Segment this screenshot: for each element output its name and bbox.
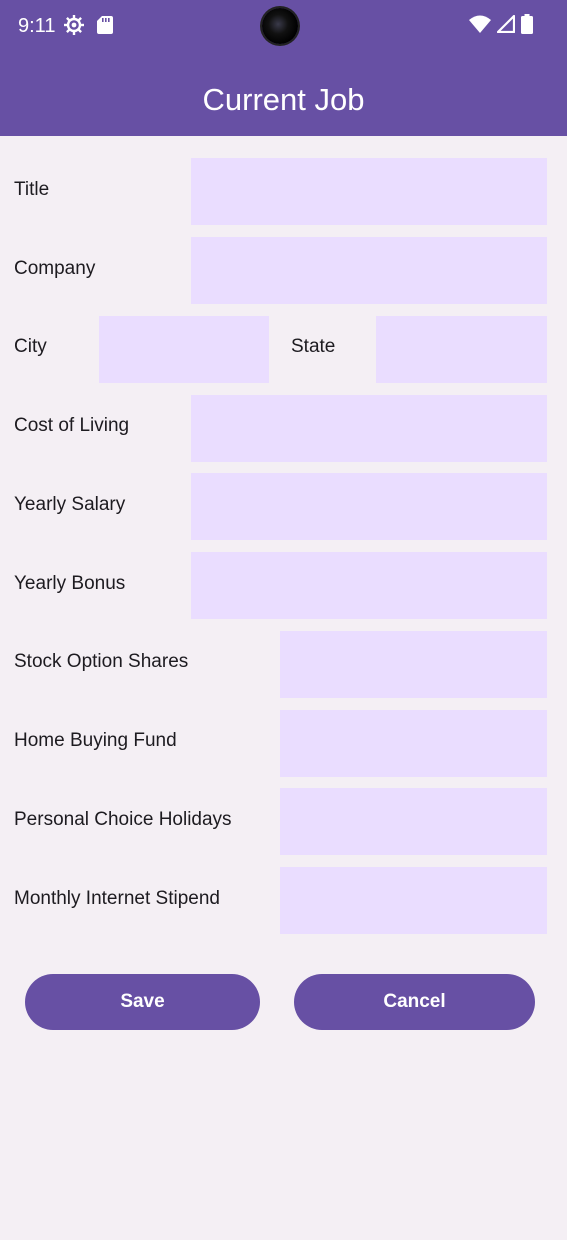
- city-label: City: [14, 336, 47, 357]
- cancel-button[interactable]: Cancel: [294, 974, 535, 1030]
- status-time: 9:11: [18, 15, 56, 37]
- settings-icon: [63, 14, 85, 36]
- stock-option-shares-label: Stock Option Shares: [14, 651, 189, 672]
- status-bar: 9:11: [0, 0, 567, 52]
- personal-choice-holidays-input[interactable]: [280, 788, 547, 855]
- state-input[interactable]: [376, 316, 547, 383]
- state-label: State: [291, 336, 336, 357]
- monthly-internet-stipend-input[interactable]: [280, 867, 547, 934]
- wifi-icon: [469, 15, 491, 38]
- home-buying-fund-label: Home Buying Fund: [14, 730, 177, 751]
- monthly-internet-stipend-label: Monthly Internet Stipend: [14, 888, 220, 909]
- title-input[interactable]: [191, 158, 547, 225]
- company-label: Company: [14, 258, 96, 279]
- app-bar: Current Job: [0, 52, 567, 136]
- yearly-salary-input[interactable]: [191, 473, 547, 540]
- cost-of-living-input[interactable]: [191, 395, 547, 462]
- personal-choice-holidays-label: Personal Choice Holidays: [14, 809, 232, 830]
- title-label: Title: [14, 179, 50, 200]
- stock-option-shares-input[interactable]: [280, 631, 547, 698]
- front-camera: [262, 8, 298, 44]
- cost-of-living-label: Cost of Living: [14, 415, 130, 436]
- company-input[interactable]: [191, 237, 547, 304]
- city-input[interactable]: [99, 316, 269, 383]
- sd-card-icon: [97, 16, 113, 34]
- status-icons: [469, 13, 533, 39]
- home-buying-fund-input[interactable]: [280, 710, 547, 777]
- yearly-bonus-label: Yearly Bonus: [14, 573, 126, 594]
- page-title: Current Job: [202, 82, 365, 117]
- battery-icon: [521, 13, 533, 39]
- save-button[interactable]: Save: [25, 974, 260, 1030]
- yearly-salary-label: Yearly Salary: [14, 494, 126, 515]
- yearly-bonus-input[interactable]: [191, 552, 547, 619]
- signal-icon: [496, 14, 516, 38]
